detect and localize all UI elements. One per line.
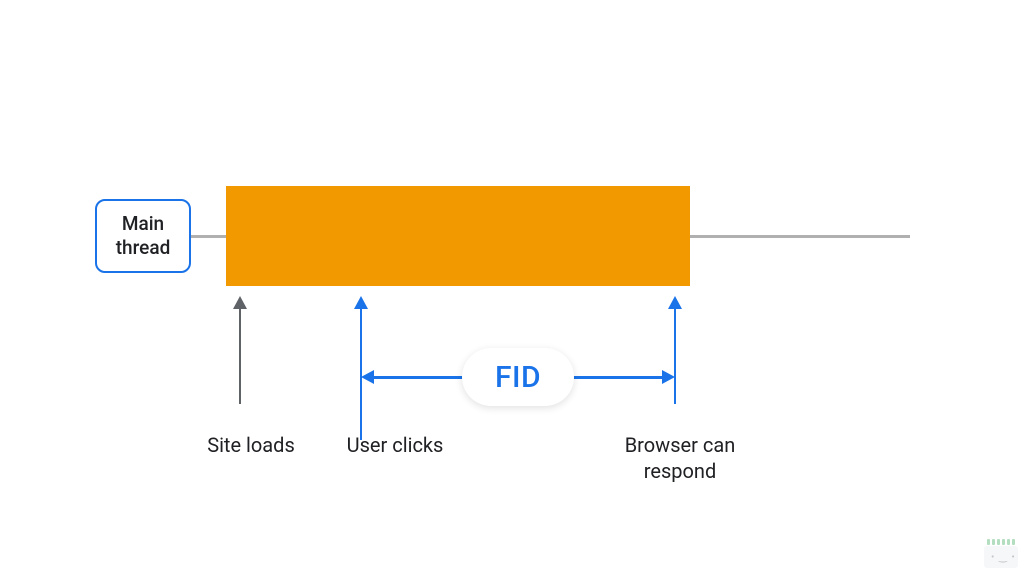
main-thread-box: Main thread [95,199,191,273]
fid-diagram: Main thread FID Site loads User clicks B… [0,0,1024,572]
arrow-right-icon [662,370,675,384]
long-task-block [226,186,690,286]
watermark-icon: • ‿ • [984,538,1018,568]
main-thread-label: Main thread [103,212,183,260]
fid-pill: FID [462,348,574,406]
user-clicks-label: User clicks [330,432,460,458]
timeline-line-left [186,235,226,238]
timeline-line-right [690,235,910,238]
arrow-shaft [239,306,242,404]
browser-respond-label: Browser can respond [620,432,740,484]
fid-label: FID [495,360,541,395]
site-loads-label: Site loads [196,432,306,458]
